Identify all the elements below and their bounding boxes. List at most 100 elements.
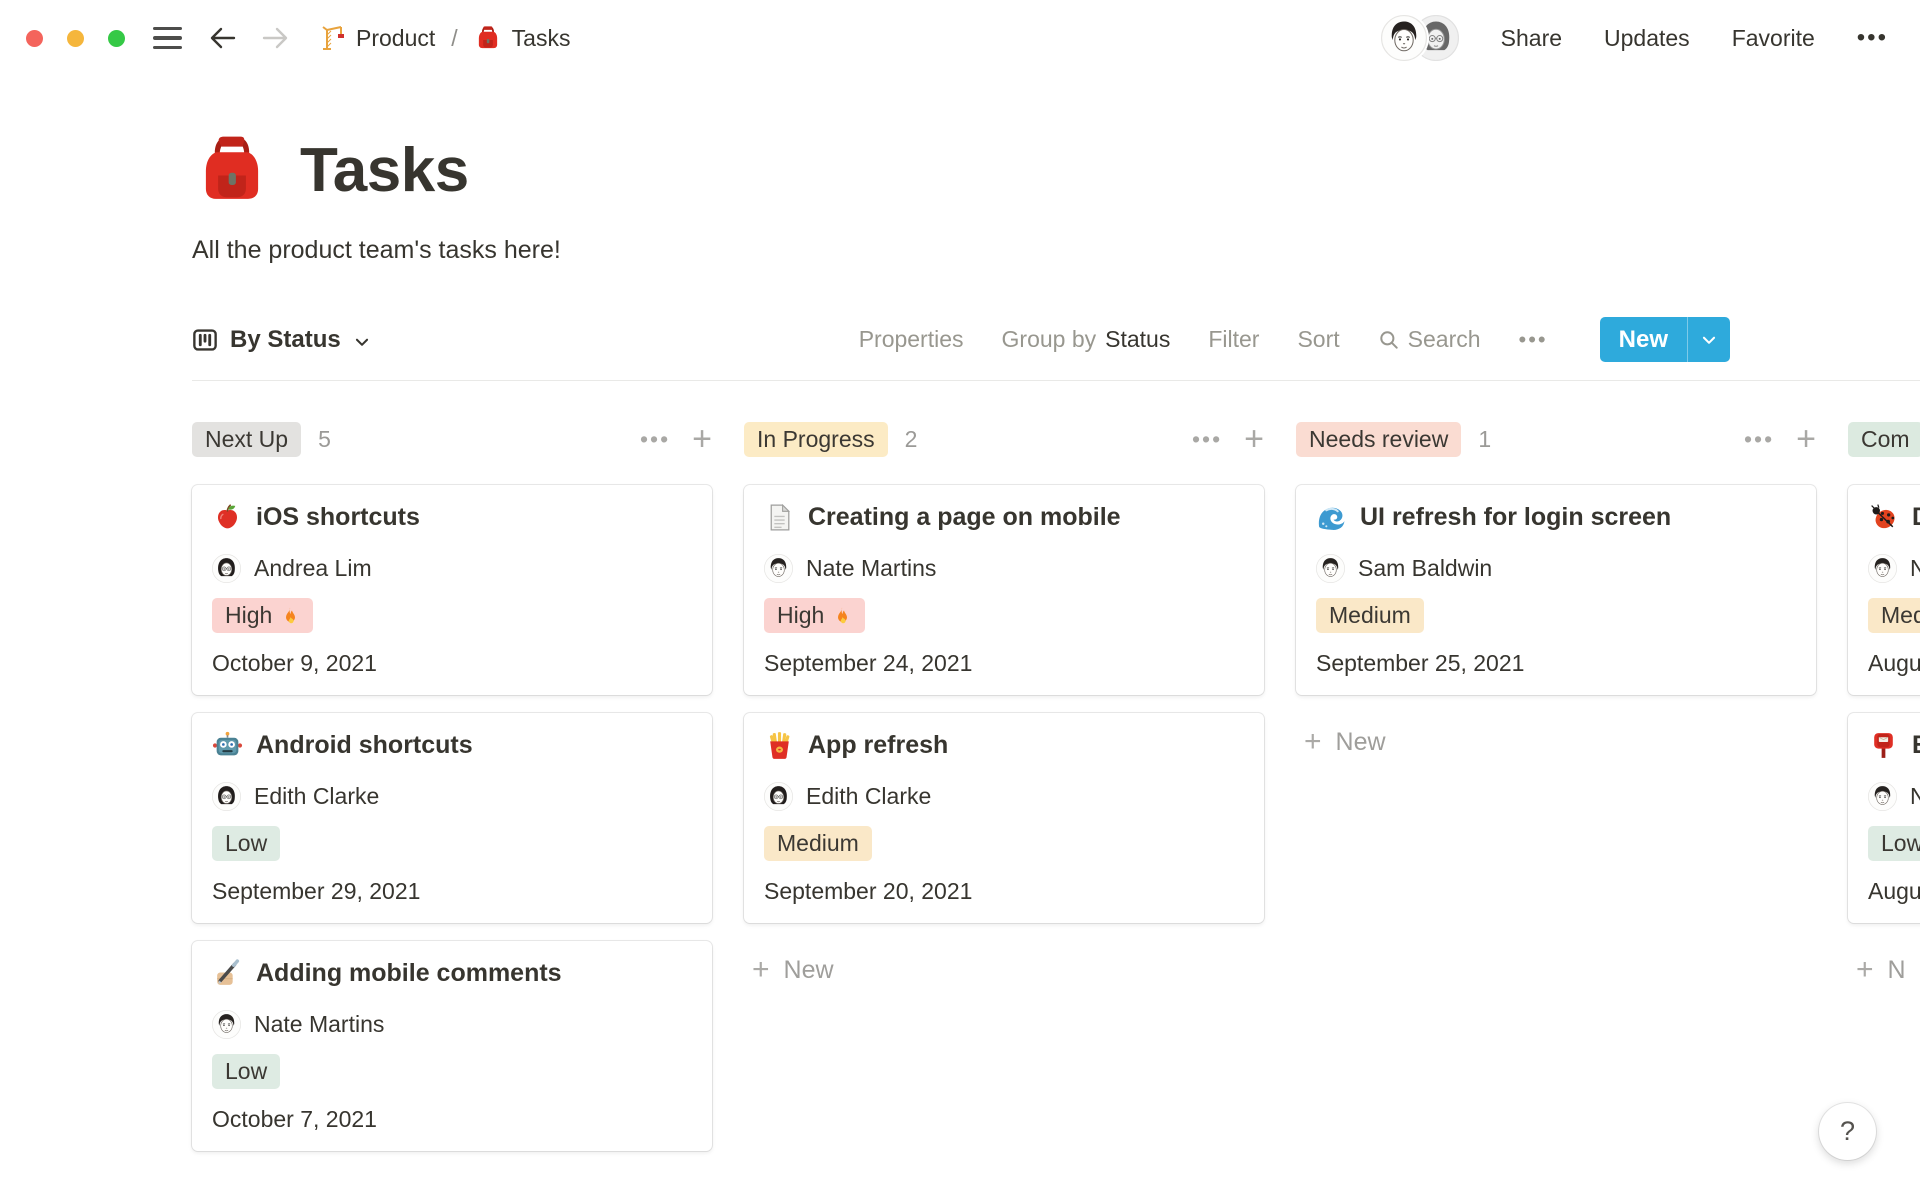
page-backpack-icon[interactable] xyxy=(192,130,272,210)
back-arrow-icon[interactable] xyxy=(208,23,238,53)
card-icon xyxy=(212,502,243,533)
priority-label: Medium xyxy=(1329,602,1411,629)
card-due-date: October 7, 2021 xyxy=(212,1106,692,1133)
card-due-date: September 20, 2021 xyxy=(764,878,1244,905)
task-card[interactable]: E N Low Augu xyxy=(1848,713,1920,923)
group-by-label: Group by xyxy=(1002,326,1097,353)
new-button[interactable]: New xyxy=(1600,317,1730,362)
card-icon xyxy=(764,730,795,761)
breadcrumb-item-product[interactable]: Product xyxy=(318,24,435,52)
topbar-actions: Share Updates Favorite ••• xyxy=(1381,15,1888,61)
page-title[interactable]: Tasks xyxy=(300,135,469,206)
add-card-label: N xyxy=(1888,956,1906,985)
card-assignee: N xyxy=(1868,554,1920,583)
minimize-window-button[interactable] xyxy=(67,30,84,47)
help-button[interactable]: ? xyxy=(1819,1103,1876,1160)
task-card[interactable]: Adding mobile comments Nate Martins Low … xyxy=(192,941,712,1151)
view-toolbar: By Status Properties Group by Status Fil… xyxy=(192,317,1920,381)
column-more-icon[interactable]: ••• xyxy=(1744,426,1774,453)
add-card-button[interactable]: + New xyxy=(1296,721,1816,763)
page-head: Tasks All the product team's tasks here! xyxy=(192,130,1920,265)
column-label[interactable]: Com xyxy=(1848,422,1920,457)
close-window-button[interactable] xyxy=(26,30,43,47)
card-assignee: Nate Martins xyxy=(764,554,1244,583)
board-column: Needs review 1 ••• + UI refresh for logi… xyxy=(1296,419,1816,1151)
assignee-name: Sam Baldwin xyxy=(1358,555,1492,582)
priority-flame-icon xyxy=(832,606,852,626)
column-cards: D N Med Augu E N Low Augu xyxy=(1848,485,1920,923)
task-card[interactable]: D N Med Augu xyxy=(1848,485,1920,695)
forward-arrow-icon[interactable] xyxy=(260,23,290,53)
assignee-name: Andrea Lim xyxy=(254,555,372,582)
assignee-name: Nate Martins xyxy=(254,1011,384,1038)
priority-flame-icon xyxy=(280,606,300,626)
card-assignee: Andrea Lim xyxy=(212,554,692,583)
view-more-options-icon[interactable]: ••• xyxy=(1519,327,1548,353)
plus-icon: + xyxy=(1856,955,1874,985)
share-button[interactable]: Share xyxy=(1501,25,1562,52)
assignee-name: Edith Clarke xyxy=(254,783,379,810)
priority-label: Low xyxy=(1881,830,1920,857)
collaborator-avatars[interactable] xyxy=(1381,15,1459,61)
card-assignee: N xyxy=(1868,782,1920,811)
new-button-label[interactable]: New xyxy=(1600,317,1687,362)
priority-label: Med xyxy=(1881,602,1920,629)
card-assignee: Edith Clarke xyxy=(764,782,1244,811)
chevron-down-icon xyxy=(353,333,371,351)
filter-button[interactable]: Filter xyxy=(1208,326,1259,353)
column-label[interactable]: Needs review xyxy=(1296,422,1461,457)
column-label[interactable]: In Progress xyxy=(744,422,888,457)
task-card[interactable]: App refresh Edith Clarke Medium Septembe… xyxy=(744,713,1264,923)
search-label: Search xyxy=(1408,326,1481,353)
assignee-avatar xyxy=(212,782,241,811)
board: Next Up 5 ••• + iOS shortcuts Andrea Lim… xyxy=(0,419,1920,1151)
add-card-button[interactable]: + N xyxy=(1848,949,1920,991)
column-count: 5 xyxy=(318,426,331,453)
assignee-name: Edith Clarke xyxy=(806,783,931,810)
column-add-icon[interactable]: + xyxy=(1796,422,1816,456)
priority-label: High xyxy=(225,602,272,629)
window-controls xyxy=(26,30,125,47)
add-card-button[interactable]: + New xyxy=(744,949,1264,991)
column-more-icon[interactable]: ••• xyxy=(640,426,670,453)
column-add-icon[interactable]: + xyxy=(692,422,712,456)
sort-button[interactable]: Sort xyxy=(1297,326,1339,353)
new-dropdown-button[interactable] xyxy=(1688,317,1730,362)
properties-button[interactable]: Properties xyxy=(859,326,964,353)
board-column: In Progress 2 ••• + Creating a page on m… xyxy=(744,419,1264,1151)
task-card[interactable]: Creating a page on mobile Nate Martins H… xyxy=(744,485,1264,695)
priority-label: Medium xyxy=(777,830,859,857)
column-header: Next Up 5 ••• + xyxy=(192,419,712,459)
card-icon xyxy=(1868,502,1899,533)
breadcrumb-item-tasks[interactable]: Tasks xyxy=(474,24,571,52)
sidebar-menu-icon[interactable] xyxy=(153,27,182,49)
card-due-date: September 29, 2021 xyxy=(212,878,692,905)
breadcrumb-separator: / xyxy=(447,25,461,52)
updates-button[interactable]: Updates xyxy=(1604,25,1690,52)
breadcrumb-label: Tasks xyxy=(512,25,571,52)
group-by-button[interactable]: Group by Status xyxy=(1002,326,1171,353)
history-nav xyxy=(208,23,290,53)
card-title: UI refresh for login screen xyxy=(1360,503,1671,532)
task-card[interactable]: Android shortcuts Edith Clarke Low Septe… xyxy=(192,713,712,923)
add-card-label: New xyxy=(1336,728,1386,757)
card-title: Adding mobile comments xyxy=(256,959,562,988)
task-card[interactable]: UI refresh for login screen Sam Baldwin … xyxy=(1296,485,1816,695)
page-description[interactable]: All the product team's tasks here! xyxy=(192,236,1920,265)
priority-badge: Medium xyxy=(764,826,872,861)
assignee-avatar xyxy=(1868,782,1897,811)
favorite-button[interactable]: Favorite xyxy=(1732,25,1815,52)
search-button[interactable]: Search xyxy=(1378,326,1481,353)
assignee-avatar xyxy=(764,782,793,811)
card-title: App refresh xyxy=(808,731,948,760)
view-switcher[interactable]: By Status xyxy=(192,326,371,354)
column-add-icon[interactable]: + xyxy=(1244,422,1264,456)
zoom-window-button[interactable] xyxy=(108,30,125,47)
column-label[interactable]: Next Up xyxy=(192,422,301,457)
task-card[interactable]: iOS shortcuts Andrea Lim High October 9,… xyxy=(192,485,712,695)
column-more-icon[interactable]: ••• xyxy=(1192,426,1222,453)
board-column: Com ••• + D N Med Augu E xyxy=(1848,419,1920,1151)
more-options-icon[interactable]: ••• xyxy=(1857,24,1888,52)
assignee-name: N xyxy=(1910,555,1920,582)
card-due-date: September 24, 2021 xyxy=(764,650,1244,677)
